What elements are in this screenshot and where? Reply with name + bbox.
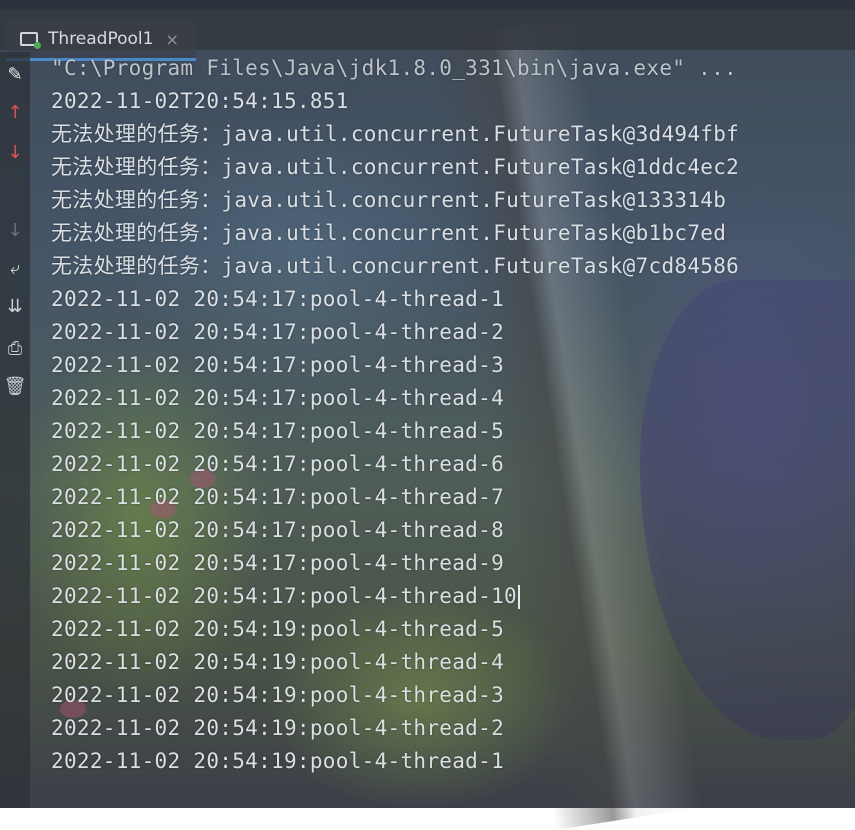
scroll-down-icon[interactable]: ↓ — [0, 138, 30, 166]
console-line: 2022-11-02 20:54:17:pool-4-thread-9 — [51, 551, 505, 575]
console-line: 2022-11-02 20:54:17:pool-4-thread-2 — [51, 320, 505, 344]
print-icon[interactable]: ⎙ — [0, 334, 30, 362]
run-tool-window-header: ThreadPool1 × — [0, 10, 855, 61]
run-toolbar: ✎ ↑ ↓ ↓ ⤶ ⇊ ⎙ 🗑 — [0, 52, 30, 808]
console-line: 2022-11-02 20:54:17:pool-4-thread-6 — [51, 452, 505, 476]
console-line: 2022-11-02 20:54:17:pool-4-thread-7 — [51, 485, 505, 509]
console-line: 2022-11-02 20:54:17:pool-4-thread-3 — [51, 353, 505, 377]
console-line: 2022-11-02 20:54:19:pool-4-thread-4 — [51, 650, 505, 674]
console-line: 2022-11-02 20:54:17:pool-4-thread-10 — [51, 580, 520, 613]
console-line: 2022-11-02 20:54:19:pool-4-thread-2 — [51, 716, 505, 740]
console-line: 无法处理的任务：java.util.concurrent.FutureTask@… — [51, 155, 740, 179]
disabled-icon: ↓ — [7, 219, 23, 241]
console-line: 2022-11-02 20:54:17:pool-4-thread-5 — [51, 419, 505, 443]
console-line: 2022-11-02T20:54:15.851 — [51, 89, 349, 113]
console-output[interactable]: "C:\Program Files\Java\jdk1.8.0_331\bin\… — [51, 52, 855, 808]
run-console-icon — [20, 32, 41, 49]
close-tab-icon[interactable]: × — [165, 30, 178, 49]
scroll-to-end-icon[interactable]: ⇊ — [0, 292, 30, 320]
run-tab-label: ThreadPool1 — [48, 29, 154, 49]
console-line: 无法处理的任务：java.util.concurrent.FutureTask@… — [51, 122, 740, 146]
console-line: 2022-11-02 20:54:17:pool-4-thread-1 — [51, 287, 505, 311]
console-line: 无法处理的任务：java.util.concurrent.FutureTask@… — [51, 221, 727, 245]
console-line: 无法处理的任务：java.util.concurrent.FutureTask@… — [51, 254, 740, 278]
soft-wrap-icon[interactable]: ⤶ — [0, 254, 30, 282]
rerun-icon[interactable]: ✎ — [0, 60, 30, 88]
console-line: 2022-11-02 20:54:19:pool-4-thread-1 — [51, 749, 505, 773]
console-line: 2022-11-02 20:54:19:pool-4-thread-3 — [51, 683, 505, 707]
console-line: 2022-11-02 20:54:17:pool-4-thread-4 — [51, 386, 505, 410]
text-caret — [517, 585, 520, 609]
console-line: "C:\Program Files\Java\jdk1.8.0_331\bin\… — [51, 56, 737, 80]
console-line: 2022-11-02 20:54:17:pool-4-thread-8 — [51, 518, 505, 542]
console-line: 2022-11-02 20:54:19:pool-4-thread-5 — [51, 617, 505, 641]
trash-icon[interactable]: 🗑 — [0, 372, 30, 400]
console-line: 无法处理的任务：java.util.concurrent.FutureTask@… — [51, 188, 727, 212]
scroll-up-icon[interactable]: ↑ — [0, 98, 30, 126]
editor-tab-strip — [0, 0, 855, 10]
